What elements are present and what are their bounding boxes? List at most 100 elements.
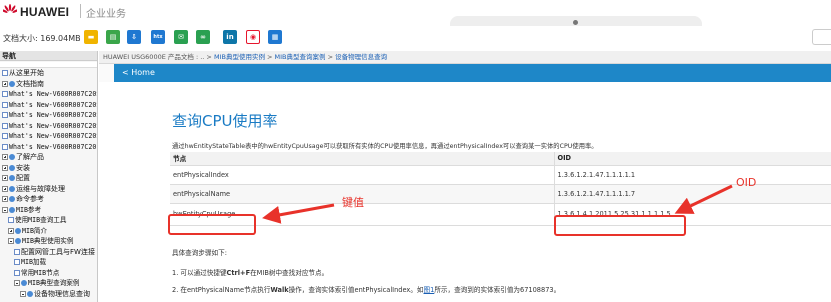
nav-item-label: MIB参考 — [16, 205, 42, 214]
intro-text: 通过hwEntityStateTable表中的hwEntityCpuUsage可… — [172, 143, 598, 150]
book-icon — [9, 185, 15, 192]
page-icon — [2, 70, 8, 77]
brand-divider — [80, 4, 81, 18]
minus-icon[interactable] — [8, 238, 14, 245]
breadcrumb-product[interactable]: HUAWEI USG6000E 产品文档 — [103, 53, 194, 61]
nav-item[interactable]: 常用MIB节点 — [0, 268, 97, 279]
nav-item-label: 运维与故障处理 — [16, 184, 65, 193]
nav-item-label: 命令参考 — [16, 195, 44, 203]
step-1-text: 1. 可以通过快捷键 — [172, 269, 227, 277]
nav-item[interactable]: MIB典型查询案例 — [0, 278, 97, 289]
link-icon[interactable]: ∞ — [196, 30, 210, 44]
nav-item[interactable]: 命令参考 — [0, 194, 97, 205]
nav-item[interactable]: 文档指南 — [0, 79, 97, 90]
nav-item-label: What's New-V600R007C20S — [9, 90, 98, 98]
page-icon — [2, 91, 8, 98]
book-icon — [9, 196, 15, 203]
nav-title: 导航 — [0, 51, 97, 61]
breadcrumb-item-physical-info[interactable]: 设备物理信息查询 — [335, 53, 387, 61]
book-icon — [15, 227, 21, 234]
table-row: entPhysicalIndex 1.3.6.1.2.1.47.1.1.1.1.… — [170, 165, 831, 185]
download-icon[interactable]: ⇩ — [127, 30, 141, 44]
page-icon — [8, 217, 14, 224]
nav-item-label: 使用MIB查询工具 — [15, 216, 67, 224]
figure-1-link[interactable]: 图1 — [424, 286, 435, 294]
plus-icon[interactable] — [2, 196, 8, 203]
home-link[interactable]: < Home — [122, 68, 155, 77]
nav-item[interactable]: 设备物理信息查询 — [0, 289, 97, 300]
nav-item-label: MIB典型查询案例 — [28, 279, 80, 287]
step-2-text-end: 所示，查询到的实体索引值为67108873。 — [434, 286, 561, 294]
nav-item[interactable]: MIB加载 — [0, 257, 97, 268]
page-icon — [14, 259, 20, 266]
nav-item[interactable]: 了解产品 — [0, 152, 97, 163]
html-icon[interactable]: htx — [151, 30, 165, 44]
step-1-text-end: 在MIB树中查找对应节点。 — [250, 269, 329, 277]
nav-item[interactable]: What's New-V600R007C20S — [0, 100, 97, 111]
nav-item-label: 常用MIB节点 — [21, 268, 60, 277]
breadcrumb: HUAWEI USG6000E 产品文档 : .. > MIB典型使用实例 > … — [99, 51, 831, 64]
nav-item[interactable]: What's New-V600R007C20S — [0, 121, 97, 132]
plus-icon[interactable] — [2, 154, 8, 161]
huawei-logo[interactable] — [3, 4, 17, 18]
print-icon[interactable]: ▤ — [106, 30, 120, 44]
nav-item[interactable]: 配置 — [0, 173, 97, 184]
book-icon — [9, 154, 15, 161]
breadcrumb-separator: > — [204, 53, 214, 61]
nav-item[interactable]: What's New-V600R007C20S — [0, 131, 97, 142]
nav-item-label: MIB简介 — [22, 226, 48, 235]
book-icon — [27, 290, 33, 297]
book-icon — [9, 175, 15, 182]
step-2-text: 2. 在entPhysicalName节点执行 — [172, 286, 271, 294]
nav-item[interactable]: 运维与故障处理 — [0, 184, 97, 195]
nav-item[interactable]: MIB参考 — [0, 205, 97, 216]
doc-toolbar: 文档大小: 169.04MB ▬ ▤ ⇩ htx ✉ ∞ in ◉ ▦ — [0, 26, 831, 50]
qrcode-icon[interactable]: ▦ — [268, 30, 282, 44]
oid-cell: 1.3.6.1.2.1.47.1.1.1.1.7 — [554, 184, 831, 204]
oid-annotation: OID — [736, 176, 757, 189]
shortcut-key: Ctrl+F — [226, 269, 251, 277]
minus-icon[interactable] — [20, 290, 26, 297]
nav-item[interactable]: What's New-V600R007C20S — [0, 110, 98, 121]
home-bar: < Home — [114, 64, 831, 82]
book-icon — [9, 206, 15, 213]
feedback-icon[interactable]: ✉ — [174, 30, 188, 44]
weibo-icon[interactable]: ◉ — [246, 30, 260, 44]
nav-item[interactable]: MIB典型使用实例 — [0, 236, 97, 247]
page-icon — [2, 112, 8, 119]
plus-icon[interactable] — [2, 185, 8, 192]
nav-item[interactable]: What's New-V600R007C20S — [0, 89, 98, 100]
page-icon — [14, 269, 20, 276]
nav-item[interactable]: 安装 — [0, 163, 97, 174]
nav-item[interactable]: 使用MIB查询工具 — [0, 215, 97, 226]
plus-icon[interactable] — [2, 175, 8, 182]
linkedin-icon[interactable]: in — [223, 30, 237, 44]
nav-item[interactable]: MIB简介 — [0, 226, 97, 237]
nav-item[interactable]: 从这里开始 — [0, 68, 97, 79]
oid-cell: 1.3.6.1.2.1.47.1.1.1.1.1 — [554, 165, 831, 185]
minus-icon[interactable] — [2, 206, 8, 213]
breadcrumb-ellipsis: : .. — [193, 53, 205, 61]
nav-item-label: What's New-V600R007C20S — [9, 111, 98, 119]
table-row: hwEntityCpuUsage 1.3.6.1.4.1.2011.5.25.3… — [170, 203, 831, 226]
nav-item-label: 配置网管工具与FW连接 — [21, 247, 95, 256]
brand-name[interactable]: HUAWEI — [20, 5, 69, 19]
plus-icon[interactable] — [8, 227, 14, 234]
plus-icon[interactable] — [2, 80, 8, 87]
nav-item-label: 设备物理信息查询 — [34, 289, 90, 298]
table-row: entPhysicalName 1.3.6.1.2.1.47.1.1.1.1.7 — [170, 184, 831, 204]
page-icon — [2, 133, 8, 140]
folder-icon[interactable]: ▬ — [84, 30, 98, 44]
nav-item-label: 文档指南 — [16, 79, 44, 88]
book-icon — [15, 238, 21, 245]
nav-item[interactable]: What's New-V600R007C20 — [0, 142, 97, 153]
plus-icon[interactable] — [2, 164, 8, 171]
search-input[interactable] — [812, 29, 831, 45]
minus-icon[interactable] — [14, 280, 20, 287]
breadcrumb-item-mib-examples[interactable]: MIB典型使用实例 — [214, 53, 265, 61]
page-icon — [2, 122, 8, 129]
breadcrumb-item-query-cases[interactable]: MIB典型查询案例 — [275, 53, 326, 61]
nav-panel: 导航 从这里开始 文档指南 What's New-V600R007C20S What'… — [0, 51, 98, 302]
nav-item[interactable]: 配置网管工具与FW连接 — [0, 247, 97, 258]
nav-item-label: 从这里开始 — [9, 69, 44, 77]
